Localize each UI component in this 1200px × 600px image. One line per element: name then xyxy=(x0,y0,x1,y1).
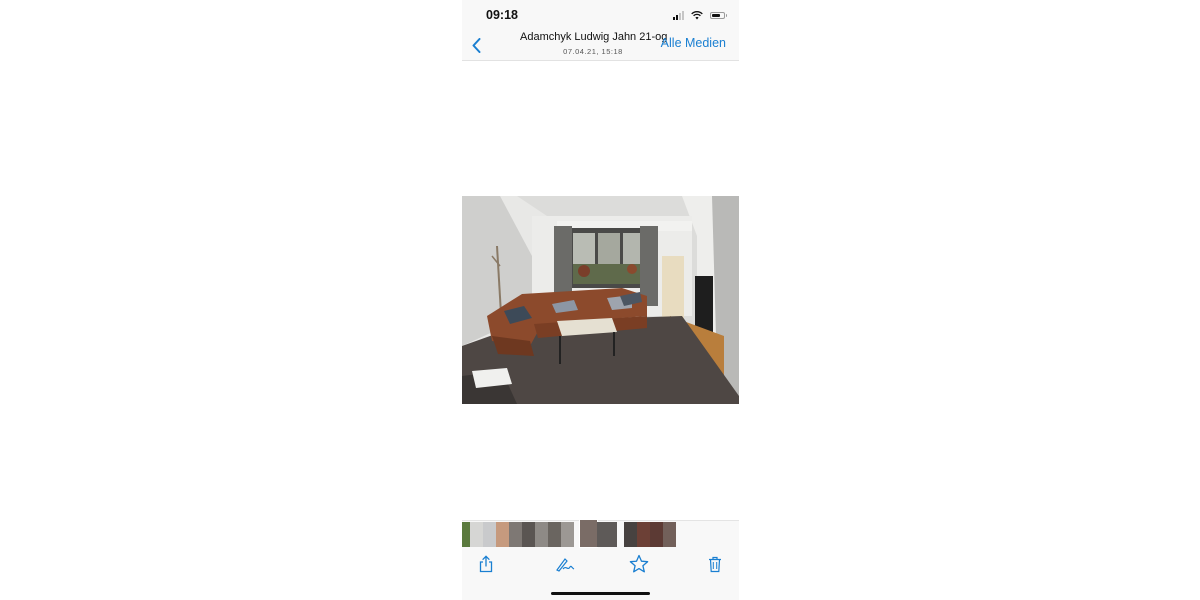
favorite-star-icon xyxy=(629,554,649,573)
thumbnail[interactable] xyxy=(650,522,663,547)
thumbnail[interactable] xyxy=(637,522,650,547)
edit-markup-button[interactable] xyxy=(551,552,579,576)
share-button[interactable] xyxy=(472,552,500,576)
thumbnail[interactable] xyxy=(483,522,496,547)
wifi-icon xyxy=(691,10,703,19)
markup-icon xyxy=(556,558,575,572)
thumbnail[interactable] xyxy=(462,522,470,547)
thumbnail[interactable] xyxy=(597,522,617,547)
nav-title-block: Adamchyk Ludwig Jahn 21-og 07.04.21, 15:… xyxy=(520,31,668,57)
thumbnail[interactable] xyxy=(624,522,637,547)
battery-icon xyxy=(710,11,727,19)
bottom-toolbar xyxy=(462,548,739,600)
thumbnail[interactable] xyxy=(496,522,509,547)
thumbnail[interactable] xyxy=(509,522,522,547)
chevron-left-icon xyxy=(472,37,480,53)
photo-date: 07.04.21, 15:18 xyxy=(563,47,623,56)
signal-icon xyxy=(673,10,684,20)
page-title: Adamchyk Ludwig Jahn 21-og xyxy=(520,31,668,43)
delete-button[interactable] xyxy=(701,552,729,576)
trash-icon xyxy=(709,556,721,572)
thumbnail[interactable] xyxy=(470,522,483,547)
navigation-bar: Adamchyk Ludwig Jahn 21-og 07.04.21, 15:… xyxy=(462,30,739,61)
living-room-photo xyxy=(462,196,739,404)
thumbnail[interactable] xyxy=(522,522,535,547)
thumbnail[interactable] xyxy=(663,522,676,547)
share-icon xyxy=(479,555,493,573)
main-photo[interactable] xyxy=(462,196,739,404)
home-indicator xyxy=(551,592,650,595)
thumbnail-selected[interactable] xyxy=(579,519,598,548)
all-media-button[interactable]: Alle Medien xyxy=(661,36,726,50)
photo-viewer-screen: 09:18 Adamchyk Ludwig Jahn 21-og 07.04.2… xyxy=(462,0,739,600)
thumbnail[interactable] xyxy=(548,522,561,547)
thumbnail[interactable] xyxy=(561,522,574,547)
back-button[interactable] xyxy=(468,36,484,54)
thumbnail[interactable] xyxy=(535,522,548,547)
thumbnail-strip[interactable] xyxy=(462,519,739,549)
status-time: 09:18 xyxy=(486,8,518,22)
status-icons xyxy=(673,9,727,21)
photo-area[interactable] xyxy=(462,61,739,520)
favorite-button[interactable] xyxy=(625,552,653,576)
status-bar: 09:18 xyxy=(462,0,739,30)
